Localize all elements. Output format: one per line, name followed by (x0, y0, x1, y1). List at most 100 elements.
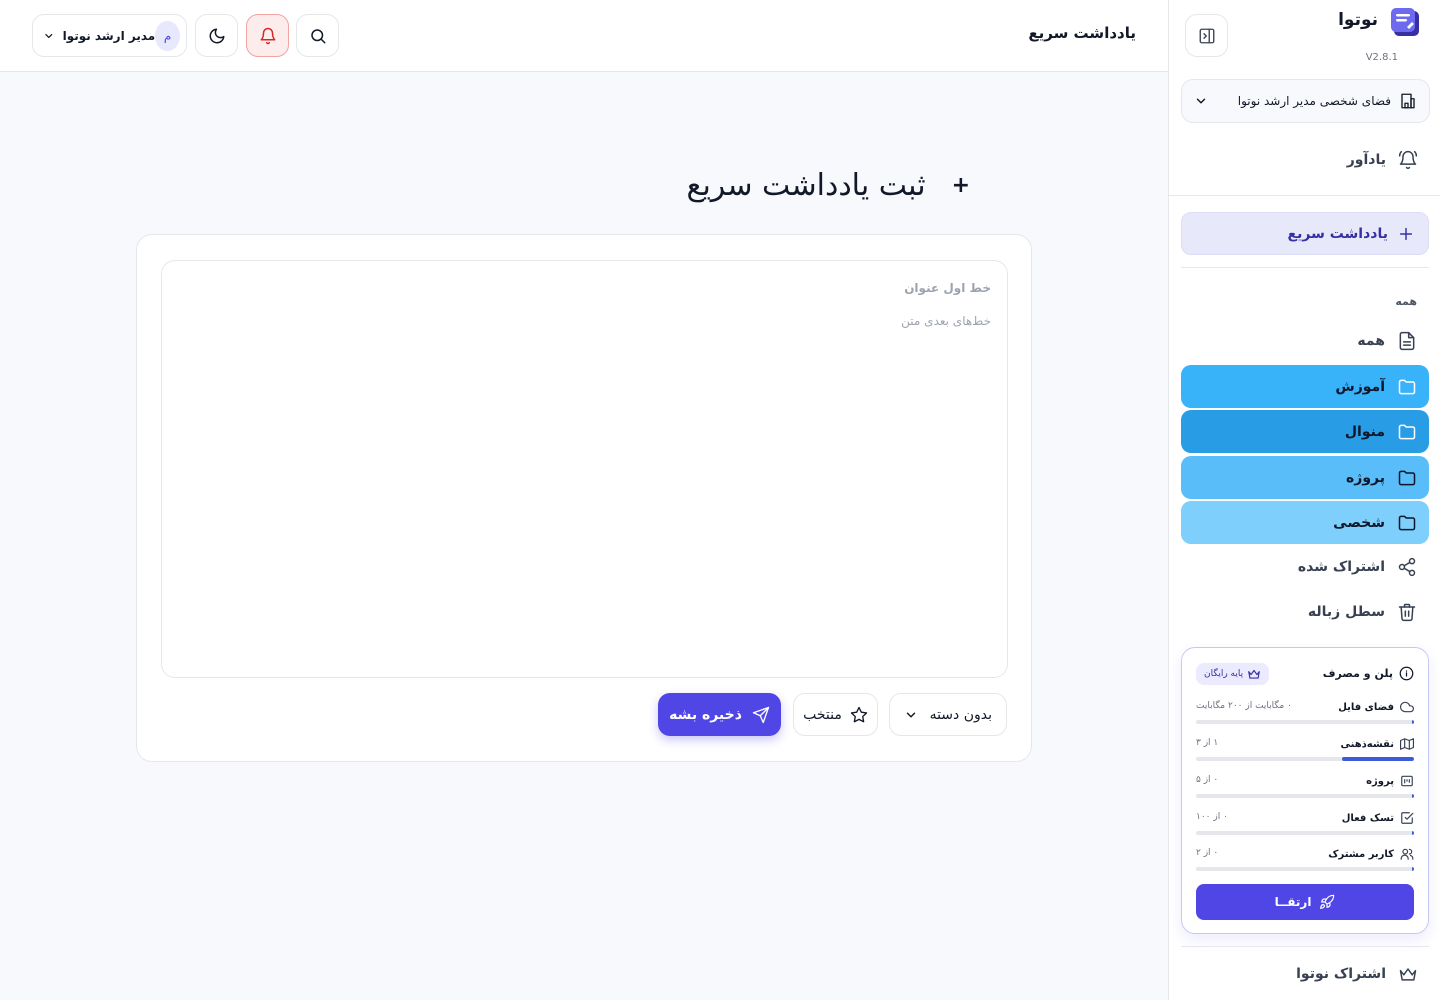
project-icon (1401, 775, 1413, 787)
user-name: مدیر ارشد نوتوا (62, 28, 156, 43)
usage-bar (1196, 867, 1414, 871)
building-icon (1401, 93, 1415, 109)
top-header: یادداشت سریع مدیر ارشد نوتوا م (0, 0, 1168, 72)
upgrade-label: ارتقــا (1274, 895, 1312, 909)
upgrade-button[interactable]: ارتقــا (1196, 884, 1414, 920)
crown-icon (1248, 669, 1260, 679)
divider (1181, 267, 1429, 268)
map-icon (1400, 738, 1414, 750)
search-icon (310, 28, 325, 43)
theme-toggle-button[interactable] (195, 14, 238, 57)
plan-title: پلن و مصرف (1323, 666, 1414, 681)
sidebar-toggle-icon (1199, 28, 1214, 43)
folder-label: منوال (1344, 423, 1385, 440)
plus-icon (1399, 227, 1413, 240)
chevron-down-icon (906, 712, 916, 717)
nav-all[interactable]: همه (1181, 319, 1429, 362)
chevron-down-icon (1196, 98, 1206, 104)
favorite-button[interactable]: منتخب (793, 693, 878, 736)
section-title: همه (1395, 295, 1417, 308)
usage-row: تسک فعال ۰ از ۱۰۰ (1196, 811, 1414, 841)
nav-shared[interactable]: اشتراک شده (1181, 545, 1429, 588)
favorite-label: منتخب (803, 706, 842, 723)
save-button[interactable]: ذخیره بشه (658, 693, 781, 736)
folder-label: پروژه (1346, 469, 1385, 486)
document-icon (1399, 331, 1415, 350)
workspace-selector[interactable]: فضای شخصی مدیر ارشد نوتوا (1181, 79, 1430, 123)
title-placeholder: خط اول عنوان (904, 281, 991, 295)
usage-label: فضای فایل (1338, 701, 1394, 713)
usage-value: ۰ مگابایت از ۲۰۰ مگابایت (1196, 701, 1292, 711)
star-icon (850, 706, 868, 722)
sidebar: نوتوا V2.8.1 فضای شخصی مدیر ارشد نوتوا ی… (1168, 0, 1440, 1000)
share-icon (1398, 557, 1416, 576)
usage-bar (1196, 720, 1414, 724)
category-select[interactable]: بدون دسته (889, 693, 1007, 736)
nav-trash-label: سطل زباله (1307, 603, 1385, 620)
moon-icon (209, 28, 224, 43)
bell-icon (1398, 150, 1418, 170)
folder-item[interactable]: آموزش (1181, 365, 1429, 408)
sidebar-collapse-button[interactable] (1185, 14, 1228, 57)
nav-all-label: همه (1357, 332, 1385, 349)
main-heading-label: ثبت یادداشت سریع (686, 168, 926, 203)
plan-title-label: پلن و مصرف (1322, 667, 1393, 680)
folder-icon (1398, 515, 1416, 530)
users-icon (1400, 848, 1414, 860)
category-value: بدون دسته (929, 706, 992, 723)
usage-value: ۰ از ۱۰۰ (1196, 812, 1228, 822)
usage-label: کاربر مشترک (1328, 848, 1394, 860)
chevron-down-icon (45, 33, 53, 38)
nav-reminder[interactable]: یادآور (1347, 150, 1418, 170)
folder-item[interactable]: منوال (1181, 410, 1429, 453)
logo-icon (1391, 8, 1419, 36)
app-name: نوتوا (1338, 10, 1378, 30)
folder-item[interactable]: پروژه (1181, 456, 1429, 499)
usage-value: ۰ از ۵ (1196, 775, 1219, 785)
nav-subscription[interactable]: اشتراک نوتوا (1296, 964, 1418, 984)
note-editor[interactable]: خط اول عنوان خط‌های بعدی متن (161, 260, 1008, 678)
body-placeholder: خط‌های بعدی متن (901, 314, 991, 328)
folder-label: آموزش (1335, 378, 1385, 395)
usage-row: کاربر مشترک ۰ از ۲ (1196, 847, 1414, 877)
folder-icon (1398, 379, 1416, 394)
plan-usage-card: پلن و مصرف پایه رایگان فضای فایل ۰ مگابا… (1181, 647, 1429, 934)
note-editor-card: خط اول عنوان خط‌های بعدی متن بدون دسته م… (136, 234, 1032, 762)
usage-bar (1196, 757, 1414, 761)
user-menu[interactable]: مدیر ارشد نوتوا م (32, 14, 187, 57)
quick-note-button[interactable]: یادداشت سریع (1181, 212, 1429, 255)
nav-subscription-label: اشتراک نوتوا (1296, 966, 1386, 982)
quick-note-label: یادداشت سریع (1287, 225, 1388, 242)
checkbox-icon (1401, 812, 1414, 824)
nav-shared-label: اشتراک شده (1297, 558, 1385, 575)
usage-row: پروژه ۰ از ۵ (1196, 774, 1414, 804)
crown-icon (1399, 968, 1417, 981)
page-title: یادداشت سریع (1028, 24, 1136, 42)
info-icon (1399, 666, 1414, 681)
search-button[interactable] (296, 14, 339, 57)
nav-reminder-label: یادآور (1346, 152, 1386, 168)
notifications-button[interactable] (246, 14, 289, 57)
folder-icon (1398, 424, 1416, 439)
usage-bar (1196, 794, 1414, 798)
avatar: م (155, 20, 180, 51)
folder-item[interactable]: شخصی (1181, 501, 1429, 544)
usage-value: ۱ از ۳ (1196, 738, 1219, 748)
usage-bar (1196, 831, 1414, 835)
nav-trash[interactable]: سطل زباله (1181, 590, 1429, 633)
usage-value: ۰ از ۲ (1196, 848, 1219, 858)
usage-row: نقشه‌ذهنی ۱ از ۳ (1196, 737, 1414, 767)
folder-icon (1398, 470, 1416, 485)
divider (1169, 195, 1440, 196)
usage-label: نقشه‌ذهنی (1340, 738, 1394, 750)
bell-icon (260, 27, 275, 44)
divider (1181, 946, 1429, 947)
main-heading: + ثبت یادداشت سریع (686, 168, 970, 203)
folder-label: شخصی (1333, 514, 1385, 531)
plan-badge: پایه رایگان (1196, 663, 1270, 685)
app-version: V2.8.1 (1365, 52, 1398, 63)
rocket-icon (1320, 894, 1335, 909)
trash-icon (1398, 603, 1416, 621)
save-label: ذخیره بشه (669, 706, 742, 723)
plan-badge-label: پایه رایگان (1204, 669, 1244, 679)
